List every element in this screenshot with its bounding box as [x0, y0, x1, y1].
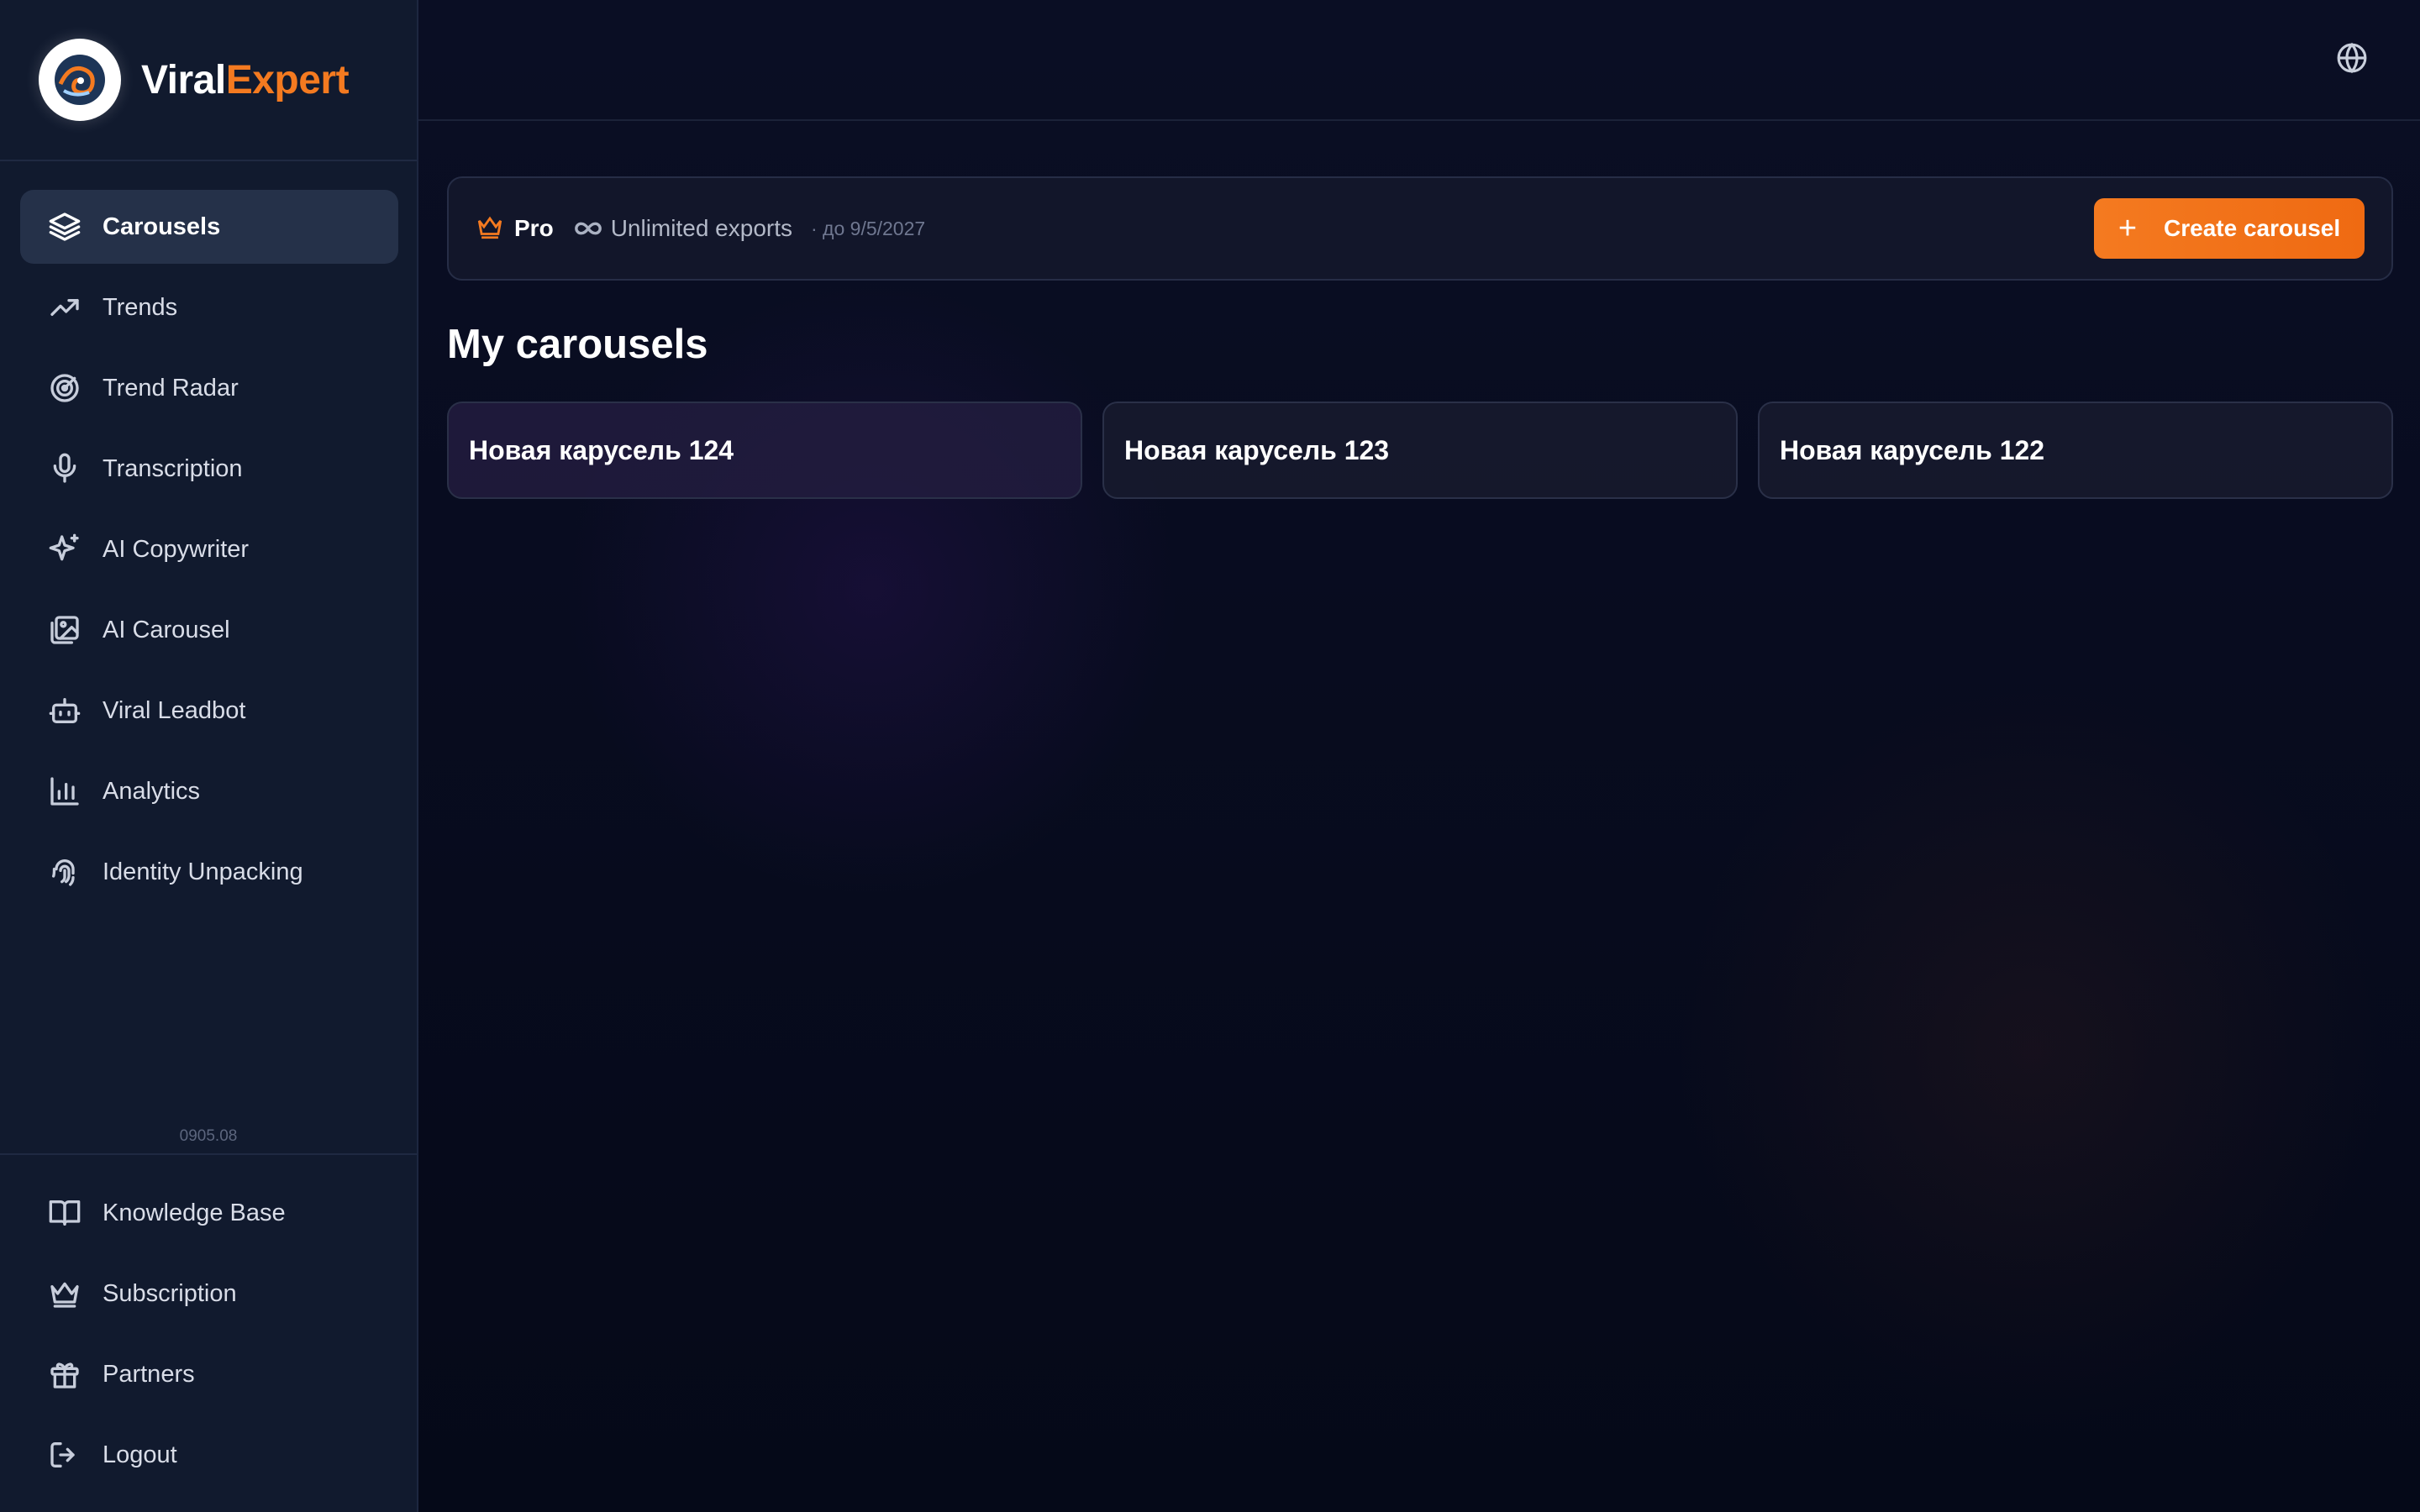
page-title: My carousels — [447, 322, 708, 367]
sidebar-item-label: Carousels — [103, 213, 221, 240]
sidebar-item-logout[interactable]: Logout — [20, 1418, 398, 1492]
gift-icon — [47, 1357, 82, 1392]
sidebar-item-analytics[interactable]: Analytics — [20, 754, 398, 828]
create-carousel-label: Create carousel — [2164, 215, 2341, 241]
sparkles-icon — [47, 532, 82, 567]
sidebar-item-trends[interactable]: Trends — [20, 270, 398, 344]
book-icon — [47, 1195, 82, 1231]
plan-expiry: · до 9/5/2027 — [811, 217, 926, 239]
bar-chart-icon — [47, 774, 82, 809]
carousel-list: Новая карусель 124 Новая карусель 123 Но… — [447, 402, 2393, 499]
sidebar-item-label: Transcription — [103, 454, 243, 482]
sidebar-item-label: Knowledge Base — [103, 1199, 286, 1226]
carousel-card[interactable]: Новая карусель 124 — [447, 402, 1082, 499]
carousel-title: Новая карусель 122 — [1780, 434, 2045, 465]
brand-name-part2: Expert — [225, 57, 350, 102]
sidebar-item-ai-copywriter[interactable]: AI Copywriter — [20, 512, 398, 586]
sidebar-item-label: Partners — [103, 1360, 195, 1388]
carousel-card[interactable]: Новая карусель 123 — [1102, 402, 1738, 499]
crown-icon — [47, 1276, 82, 1311]
sidebar-item-carousels[interactable]: Carousels — [20, 190, 398, 264]
sidebar-item-label: Trend Radar — [103, 374, 239, 402]
images-icon — [47, 612, 82, 648]
create-carousel-button[interactable]: + Create carousel — [2094, 198, 2365, 259]
bot-icon — [47, 693, 82, 728]
brand-name-part1: Viral — [141, 57, 226, 102]
sidebar-item-partners[interactable]: Partners — [20, 1337, 398, 1411]
globe-icon[interactable] — [2336, 42, 2368, 74]
sidebar-item-label: AI Carousel — [103, 616, 230, 643]
sidebar-divider — [0, 1153, 417, 1155]
sidebar-item-label: Subscription — [103, 1279, 237, 1307]
sidebar: ViralExpert Carousels Trends Trend Radar… — [0, 0, 418, 1512]
carousel-title: Новая карусель 123 — [1124, 434, 1390, 465]
logout-icon — [47, 1437, 82, 1473]
sidebar-item-label: Trends — [103, 293, 178, 321]
logo-icon — [39, 39, 121, 121]
sidebar-item-label: Logout — [103, 1441, 177, 1468]
carousel-card[interactable]: Новая карусель 122 — [1758, 402, 2393, 499]
brand[interactable]: ViralExpert — [0, 0, 417, 161]
app-root: ViralExpert Carousels Trends Trend Radar… — [0, 0, 2420, 1512]
sidebar-item-label: Identity Unpacking — [103, 858, 303, 885]
topbar — [418, 0, 2420, 121]
sidebar-item-viral-leadbot[interactable]: Viral Leadbot — [20, 674, 398, 748]
radar-icon — [47, 370, 82, 406]
crown-icon — [476, 213, 504, 245]
sidebar-item-label: AI Copywriter — [103, 535, 250, 563]
brand-name: ViralExpert — [141, 57, 350, 103]
sidebar-item-transcription[interactable]: Transcription — [20, 432, 398, 506]
sidebar-item-identity-unpacking[interactable]: Identity Unpacking — [20, 835, 398, 909]
sidebar-bottom-nav: Knowledge Base Subscription Partners Log… — [20, 1176, 398, 1499]
sidebar-nav: Carousels Trends Trend Radar Transcripti… — [20, 190, 398, 916]
infinity-icon — [574, 214, 602, 243]
subscription-banner: Pro Unlimited exports · до 9/5/2027 + Cr… — [447, 176, 2393, 281]
trending-up-icon — [47, 290, 82, 325]
plan-name: Pro — [514, 215, 554, 241]
sidebar-item-knowledge-base[interactable]: Knowledge Base — [20, 1176, 398, 1250]
plus-icon: + — [2118, 211, 2138, 246]
app-version: 0905.08 — [179, 1127, 238, 1145]
sidebar-item-ai-carousel[interactable]: AI Carousel — [20, 593, 398, 667]
layers-icon — [47, 209, 82, 244]
main-content: Pro Unlimited exports · до 9/5/2027 + Cr… — [418, 0, 2420, 1512]
sidebar-item-subscription[interactable]: Subscription — [20, 1257, 398, 1331]
fingerprint-icon — [47, 854, 82, 890]
sidebar-item-trend-radar[interactable]: Trend Radar — [20, 351, 398, 425]
plan-feature: Unlimited exports — [610, 215, 792, 241]
microphone-icon — [47, 451, 82, 486]
carousel-title: Новая карусель 124 — [469, 434, 734, 465]
sidebar-item-label: Analytics — [103, 777, 201, 805]
sidebar-item-label: Viral Leadbot — [103, 696, 246, 724]
